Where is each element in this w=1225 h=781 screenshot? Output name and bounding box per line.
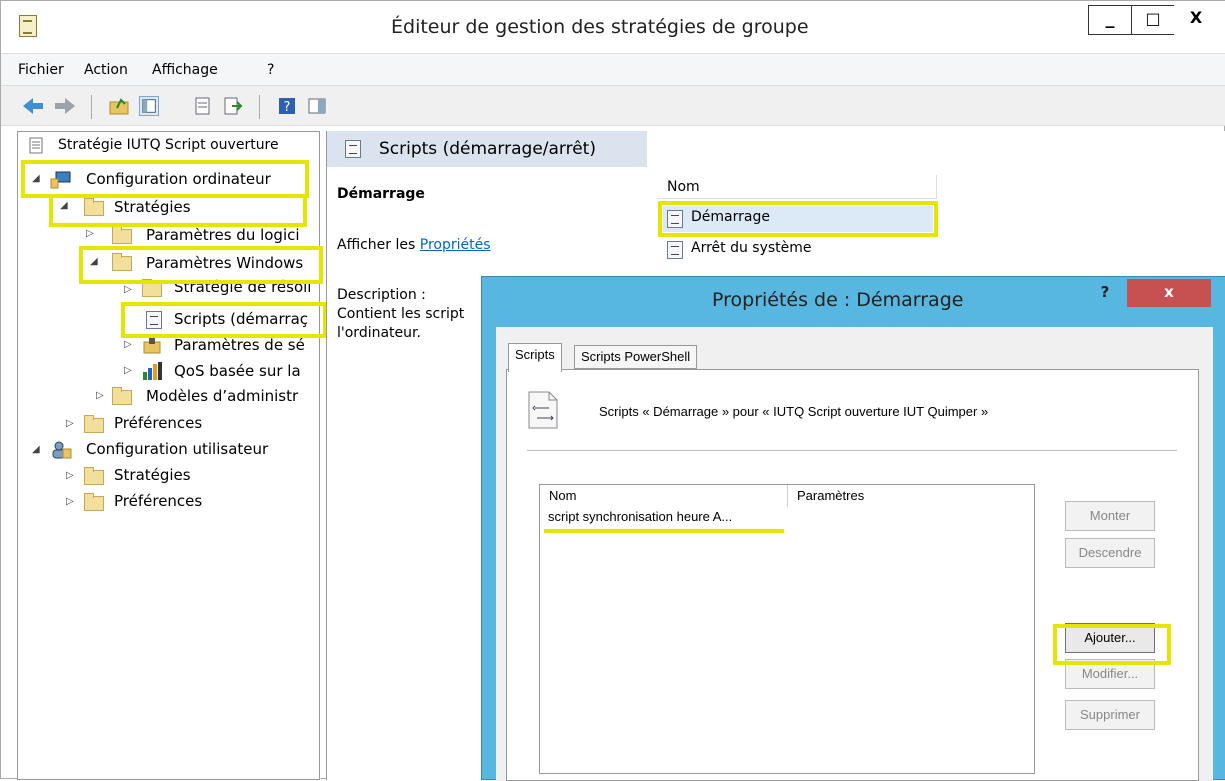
script-icon xyxy=(345,140,361,158)
action-pane-icon[interactable] xyxy=(307,96,327,116)
menu-action[interactable]: Action xyxy=(84,62,128,78)
export-list-icon[interactable] xyxy=(223,96,243,116)
menu-bar: Fichier Action Affichage ? xyxy=(1,53,1225,86)
toolbar-separator xyxy=(259,95,260,119)
collapsed-arrow-icon[interactable]: ▷ xyxy=(66,418,74,429)
collapsed-arrow-icon[interactable]: ▷ xyxy=(124,365,132,376)
properties-link[interactable]: Propriétés xyxy=(420,237,491,253)
tree-item-user-config[interactable]: Configuration utilisateur xyxy=(86,438,268,460)
tab-scripts[interactable]: Scripts xyxy=(508,343,562,372)
dialog-help-button[interactable]: ? xyxy=(1085,279,1125,307)
move-up-button[interactable]: Monter xyxy=(1065,501,1155,531)
console-tree: Stratégie IUTQ Script ouverture ◢ Config… xyxy=(17,131,320,780)
details-header: Scripts (démarrage/arrêt) xyxy=(327,131,647,167)
folder-icon xyxy=(142,279,162,297)
tab-panel: Scripts « Démarrage » pour « IUTQ Script… xyxy=(506,369,1199,781)
svg-text:?: ? xyxy=(284,100,291,115)
title-bar: Éditeur de gestion des stratégies de gro… xyxy=(1,1,1225,53)
list-item-arret[interactable]: Arrêt du système xyxy=(691,240,812,256)
security-settings-icon xyxy=(143,338,161,354)
highlight-box xyxy=(658,201,938,237)
description-text: Contient les script xyxy=(337,306,465,322)
list-header-params[interactable]: Paramètres xyxy=(788,485,1034,507)
section-title: Démarrage xyxy=(337,186,425,202)
scripts-heading: Scripts « Démarrage » pour « IUTQ Script… xyxy=(599,404,989,419)
tree-item-preferences[interactable]: Préférences xyxy=(114,412,202,434)
properties-line: Afficher les Propriétés xyxy=(337,237,491,253)
app-icon xyxy=(19,15,37,37)
tree-item-user-strategies[interactable]: Stratégies xyxy=(114,464,191,486)
back-arrow-icon[interactable] xyxy=(21,96,45,116)
properties-prefix: Afficher les xyxy=(337,237,420,253)
folder-icon xyxy=(112,226,132,244)
tree-item-user-preferences[interactable]: Préférences xyxy=(114,490,202,512)
help-icon[interactable]: ? xyxy=(277,96,297,116)
script-row-name[interactable]: script synchronisation heure A... xyxy=(548,509,732,524)
column-header-name[interactable]: Nom xyxy=(657,175,937,199)
description-text: l'ordinateur. xyxy=(337,325,421,341)
properties-icon[interactable] xyxy=(193,96,213,116)
description-label: Description : xyxy=(337,287,426,303)
expanded-arrow-icon[interactable]: ◢ xyxy=(32,444,40,455)
gpo-editor-window: Éditeur de gestion des stratégies de gro… xyxy=(0,0,1225,781)
scripts-list[interactable]: Nom Paramètres script synchronisation he… xyxy=(539,484,1035,774)
folder-icon xyxy=(84,493,104,511)
folder-icon xyxy=(84,415,104,433)
highlight-box xyxy=(121,302,327,338)
window-title: Éditeur de gestion des stratégies de gro… xyxy=(391,16,809,38)
highlight-underline xyxy=(544,529,784,533)
dialog-close-button[interactable]: x xyxy=(1127,279,1211,307)
script-document-icon xyxy=(528,391,558,429)
user-config-icon xyxy=(52,441,72,459)
dialog-body: Scripts Scripts PowerShell Scripts « Dém… xyxy=(496,327,1213,781)
collapsed-arrow-icon[interactable]: ▷ xyxy=(66,496,74,507)
menu-fichier[interactable]: Fichier xyxy=(18,62,64,78)
up-folder-icon[interactable] xyxy=(109,96,129,116)
close-button[interactable]: X xyxy=(1174,5,1218,35)
maximize-button[interactable]: □ xyxy=(1131,5,1175,35)
folder-icon xyxy=(112,387,132,405)
tree-root[interactable]: Stratégie IUTQ Script ouverture xyxy=(58,134,279,156)
collapsed-arrow-icon[interactable]: ▷ xyxy=(124,284,132,295)
menu-help[interactable]: ? xyxy=(267,62,274,78)
forward-arrow-icon[interactable] xyxy=(53,96,77,116)
tab-scripts-powershell[interactable]: Scripts PowerShell xyxy=(574,345,698,369)
minimize-button[interactable]: _ xyxy=(1088,5,1132,35)
script-icon xyxy=(667,241,683,259)
properties-dialog: Propriétés de : Démarrage ? x Scripts Sc… xyxy=(481,276,1225,781)
menu-affichage[interactable]: Affichage xyxy=(152,62,218,78)
policy-document-icon xyxy=(29,137,43,154)
toolbar: ? xyxy=(1,86,1225,126)
tree-item-software-settings[interactable]: Paramètres du logici xyxy=(146,224,300,246)
dialog-title: Propriétés de : Démarrage xyxy=(712,289,964,311)
tree-item-admin-templates[interactable]: Modèles d’administr xyxy=(146,385,298,407)
highlight-box xyxy=(79,246,323,284)
delete-button[interactable]: Supprimer xyxy=(1065,700,1155,730)
folder-icon xyxy=(84,467,104,485)
description-block: Description : Contient les script l'ordi… xyxy=(337,286,464,343)
highlight-box xyxy=(21,160,309,198)
highlight-box xyxy=(1053,624,1171,665)
divider xyxy=(527,450,1177,451)
collapsed-arrow-icon[interactable]: ▷ xyxy=(124,339,132,350)
collapsed-arrow-icon[interactable]: ▷ xyxy=(66,470,74,481)
list-header-name[interactable]: Nom xyxy=(540,485,788,507)
details-title: Scripts (démarrage/arrêt) xyxy=(379,139,596,159)
collapsed-arrow-icon[interactable]: ▷ xyxy=(86,228,94,239)
toolbar-separator xyxy=(91,95,92,119)
collapsed-arrow-icon[interactable]: ▷ xyxy=(96,390,104,401)
move-down-button[interactable]: Descendre xyxy=(1065,538,1155,568)
tree-item-qos[interactable]: QoS basée sur la xyxy=(174,360,301,382)
qos-chart-icon xyxy=(143,362,162,380)
highlight-box xyxy=(49,194,307,227)
show-hide-tree-icon[interactable] xyxy=(139,96,159,116)
